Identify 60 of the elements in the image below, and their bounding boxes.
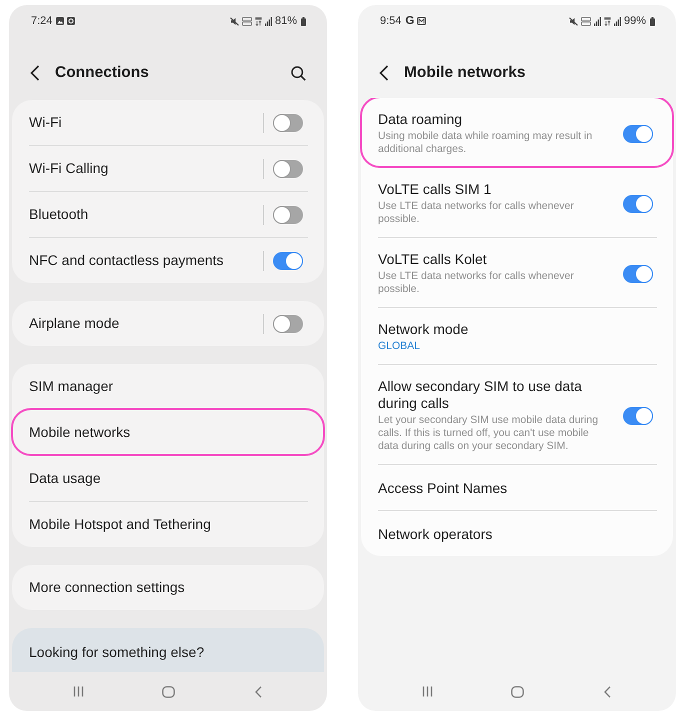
setting-label[interactable]: VoLTE calls Kolet xyxy=(378,251,487,268)
toggle-switch[interactable] xyxy=(273,114,303,132)
toggle-switch[interactable] xyxy=(273,206,303,224)
toggle-switch[interactable] xyxy=(273,252,303,270)
home-icon[interactable] xyxy=(510,686,524,698)
setting-label[interactable]: Access Point Names xyxy=(378,480,508,497)
signal-icon xyxy=(594,16,601,26)
setting-label[interactable]: SIM manager xyxy=(29,378,114,395)
setting-label[interactable]: More connection settings xyxy=(29,579,185,596)
setting-description: Let your secondary SIM use mobile data during calls. If this is turned off, you can't use mobile data during calls on your secondary SIM. xyxy=(378,414,600,453)
setting-label[interactable]: Network mode xyxy=(378,321,468,338)
image-icon xyxy=(56,17,64,25)
back-icon[interactable] xyxy=(379,65,389,81)
back-icon[interactable] xyxy=(30,65,40,81)
setting-label[interactable]: Mobile networks xyxy=(29,424,130,441)
setting-description: Use LTE data networks for calls whenever possible. xyxy=(378,200,575,226)
recent-apps-icon[interactable] xyxy=(72,686,84,697)
setting-label[interactable]: NFC and contactless payments xyxy=(29,252,224,269)
toggle-switch[interactable] xyxy=(623,264,653,282)
muted-speaker-icon xyxy=(230,16,239,26)
signal-icon xyxy=(264,16,272,26)
setting-label[interactable]: Airplane mode xyxy=(29,315,120,332)
status-time: 7:24 xyxy=(31,14,52,28)
search-icon[interactable] xyxy=(291,66,306,80)
toggle-switch[interactable] xyxy=(273,160,303,178)
battery-percent: 99% xyxy=(624,14,646,28)
setting-label[interactable]: Allow secondary SIM to use data during calls xyxy=(378,378,612,412)
muted-speaker-icon xyxy=(568,16,578,26)
setting-label[interactable]: Data usage xyxy=(29,470,101,487)
setting-label[interactable]: Bluetooth xyxy=(29,206,88,223)
toggle-switch[interactable] xyxy=(623,194,653,212)
setting-label[interactable]: Network operators xyxy=(378,526,492,543)
setting-label[interactable]: Data roaming xyxy=(378,111,462,128)
battery-icon xyxy=(650,16,655,26)
screen-title: Mobile networks xyxy=(404,63,526,83)
app-notification-glyph: G xyxy=(405,14,414,28)
setting-label[interactable]: Mobile Hotspot and Tethering xyxy=(29,516,211,533)
data-arrows-icon xyxy=(254,16,262,26)
setting-description: Using mobile data while roaming may result in additional charges. xyxy=(378,130,594,156)
setting-description: Use LTE data networks for calls whenever possible. xyxy=(378,270,575,296)
setting-label[interactable]: Wi-Fi Calling xyxy=(29,160,108,177)
setting-label[interactable]: Wi-Fi xyxy=(29,114,62,131)
recent-apps-icon[interactable] xyxy=(422,686,432,697)
screen-title: Connections xyxy=(55,63,149,83)
mail-icon xyxy=(417,17,426,25)
signal-icon xyxy=(614,16,621,26)
battery-icon xyxy=(301,16,306,26)
ring-square-icon xyxy=(67,17,76,25)
status-time: 9:54 xyxy=(380,14,402,28)
setting-label[interactable]: Looking for something else? xyxy=(29,644,204,661)
network-tag-icon xyxy=(242,16,252,26)
setting-label[interactable]: VoLTE calls SIM 1 xyxy=(378,181,492,198)
toggle-switch[interactable] xyxy=(623,124,653,142)
toggle-switch[interactable] xyxy=(623,406,653,424)
setting-value: GLOBAL xyxy=(378,340,420,353)
network-tag-icon xyxy=(580,16,591,26)
battery-percent: 81% xyxy=(274,14,297,28)
toggle-switch[interactable] xyxy=(273,314,303,332)
data-arrows-icon xyxy=(604,16,611,26)
home-icon[interactable] xyxy=(162,686,174,698)
